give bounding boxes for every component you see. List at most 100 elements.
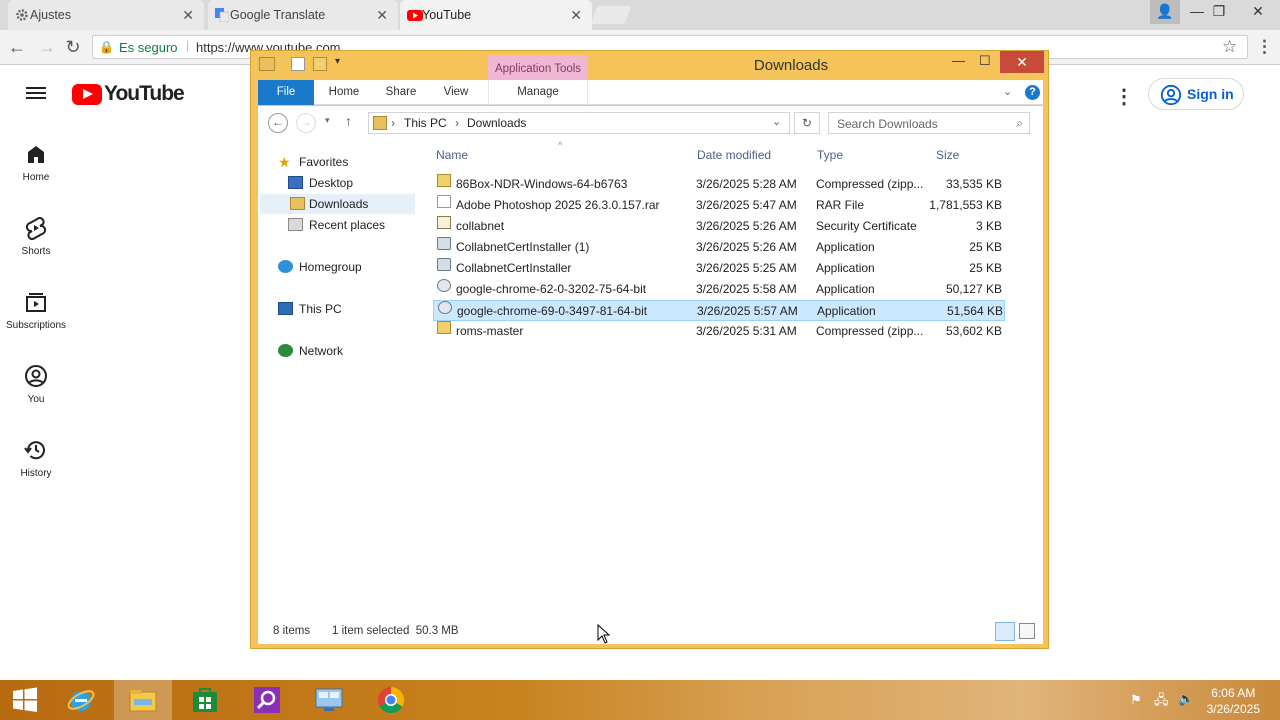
tab-share[interactable]: Share: [378, 80, 424, 105]
more-options-icon[interactable]: ⋮: [1114, 84, 1134, 109]
tab-label: YouTube: [422, 8, 472, 22]
secure-label: Es seguro: [119, 40, 178, 55]
file-row[interactable]: Adobe Photoshop 2025 26.3.0.157.rar 3/26/…: [433, 195, 1005, 216]
tab-google-translate[interactable]: Google Translate ✕: [208, 0, 398, 30]
column-header-size[interactable]: Size: [936, 148, 959, 162]
file-row[interactable]: google-chrome-69-0-3497-81-64-bit 3/26/20…: [433, 300, 1005, 321]
homegroup-icon: [278, 260, 293, 273]
hamburger-menu-icon[interactable]: [26, 84, 46, 102]
maximize-button[interactable]: ☐: [979, 53, 991, 69]
yt-nav-home[interactable]: Home: [0, 142, 72, 183]
yt-nav-you[interactable]: You: [0, 364, 72, 405]
tab-youtube[interactable]: YouTube ✕: [400, 0, 592, 30]
close-button[interactable]: ✕: [1000, 51, 1044, 73]
taskbar-chrome[interactable]: [362, 680, 420, 720]
file-type: Compressed (zipp...: [816, 324, 924, 338]
file-row[interactable]: roms-master 3/26/2025 5:31 AM Compressed (…: [433, 321, 1005, 342]
desktop-icon: [288, 176, 303, 189]
nav-this-pc[interactable]: This PC: [278, 299, 408, 319]
tab-home[interactable]: Home: [320, 80, 368, 105]
file-row[interactable]: collabnet 3/26/2025 5:26 AM Security Certi…: [433, 216, 1005, 237]
nav-recent-places[interactable]: Recent places: [288, 215, 413, 235]
quick-access-dropdown-icon[interactable]: ▾: [335, 56, 340, 67]
youtube-favicon-icon: [407, 8, 423, 22]
file-row[interactable]: 86Box-NDR-Windows-64-b6763 3/26/2025 5:28…: [433, 174, 1005, 195]
chevron-down-icon[interactable]: ⌄: [1003, 85, 1012, 98]
large-icons-view-icon[interactable]: [1019, 623, 1035, 639]
taskbar-file-explorer[interactable]: [114, 680, 172, 720]
start-button[interactable]: [0, 680, 50, 720]
clock-date: 3/26/2025: [1206, 702, 1260, 716]
nav-favorites[interactable]: ★ Favorites: [278, 152, 408, 172]
minimize-button[interactable]: —: [952, 53, 965, 68]
close-icon[interactable]: ✕: [182, 7, 194, 24]
details-view-icon[interactable]: [995, 622, 1015, 641]
close-icon[interactable]: ✕: [570, 7, 582, 24]
new-folder-icon[interactable]: [313, 57, 327, 71]
taskbar-search-app[interactable]: [238, 680, 296, 720]
column-header-name[interactable]: Name: [436, 148, 468, 162]
file-row[interactable]: google-chrome-62-0-3202-75-64-bit 3/26/20…: [433, 279, 1005, 300]
downloads-folder-icon: [290, 197, 305, 210]
mouse-cursor-icon: [597, 624, 611, 644]
reload-button[interactable]: ↻: [62, 37, 84, 58]
installer-icon: [437, 279, 451, 292]
tab-view[interactable]: View: [434, 80, 478, 105]
you-icon: [25, 365, 47, 387]
youtube-logo-icon[interactable]: [72, 84, 102, 105]
back-button[interactable]: ←: [268, 113, 288, 133]
youtube-logo-text[interactable]: YouTube: [104, 82, 185, 106]
file-name: collabnet: [456, 219, 505, 233]
column-header-type[interactable]: Type: [817, 148, 843, 162]
back-button[interactable]: ←: [6, 37, 28, 58]
properties-icon[interactable]: [291, 57, 305, 71]
tab-manage[interactable]: Manage: [488, 80, 588, 105]
close-window-button[interactable]: ✕: [1240, 0, 1276, 24]
nav-downloads[interactable]: Downloads: [260, 194, 415, 214]
help-icon[interactable]: ?: [1025, 85, 1040, 100]
profile-icon[interactable]: 👤: [1150, 0, 1180, 24]
sign-in-button[interactable]: Sign in: [1148, 78, 1244, 110]
file-row[interactable]: CollabnetCertInstaller 3/26/2025 5:25 AM A…: [433, 258, 1005, 279]
yt-nav-subscriptions[interactable]: Subscriptions: [0, 290, 72, 331]
lock-icon: 🔒: [99, 40, 114, 54]
up-arrow-icon[interactable]: ↑: [345, 113, 352, 129]
tab-ajustes[interactable]: Ajustes ✕: [8, 0, 204, 30]
address-bar[interactable]: › This PC › Downloads ⌄: [368, 112, 790, 134]
volume-icon[interactable]: 🔈: [1178, 691, 1194, 707]
close-icon[interactable]: ✕: [376, 7, 388, 24]
system-clock[interactable]: 6:06 AM 3/26/2025: [1207, 685, 1260, 717]
refresh-icon[interactable]: ↻: [794, 112, 820, 134]
column-header-date[interactable]: Date modified: [697, 148, 771, 162]
file-size: 33,535 KB: [945, 177, 1002, 191]
flag-icon[interactable]: ⚑: [1130, 692, 1142, 708]
nav-network[interactable]: Network: [278, 341, 408, 361]
file-date: 3/26/2025 5:57 AM: [697, 304, 798, 318]
taskbar-control-panel[interactable]: [300, 680, 358, 720]
chevron-down-icon[interactable]: ⌄: [772, 115, 781, 128]
yt-nav-history[interactable]: History: [0, 438, 72, 479]
network-tray-icon[interactable]: 🖧: [1154, 691, 1169, 713]
file-row[interactable]: CollabnetCertInstaller (1) 3/26/2025 5:26…: [433, 237, 1005, 258]
search-input[interactable]: Search Downloads ⌕: [828, 112, 1030, 134]
forward-button[interactable]: →: [296, 113, 316, 133]
application-icon: [437, 237, 451, 250]
star-icon[interactable]: ☆: [1222, 37, 1237, 57]
nav-homegroup[interactable]: Homegroup: [278, 257, 408, 277]
taskbar-internet-explorer[interactable]: [52, 680, 110, 720]
tab-file[interactable]: File: [258, 80, 314, 105]
recent-locations-icon[interactable]: ▾: [325, 115, 330, 126]
maximize-button[interactable]: ❐: [1204, 0, 1234, 24]
nav-desktop[interactable]: Desktop: [288, 173, 408, 193]
yt-nav-shorts[interactable]: Shorts: [0, 216, 72, 257]
file-type: Application: [817, 304, 876, 318]
breadcrumb-downloads[interactable]: Downloads: [467, 116, 526, 130]
taskbar-store[interactable]: [176, 680, 234, 720]
folder-icon: [259, 57, 275, 71]
chrome-menu-icon[interactable]: ⋮: [1256, 37, 1273, 57]
forward-button[interactable]: →: [36, 37, 58, 58]
file-type: RAR File: [816, 198, 865, 212]
application-tools-label: Application Tools: [488, 55, 588, 83]
new-tab-button[interactable]: [590, 6, 632, 24]
breadcrumb-this-pc[interactable]: This PC: [404, 116, 447, 130]
